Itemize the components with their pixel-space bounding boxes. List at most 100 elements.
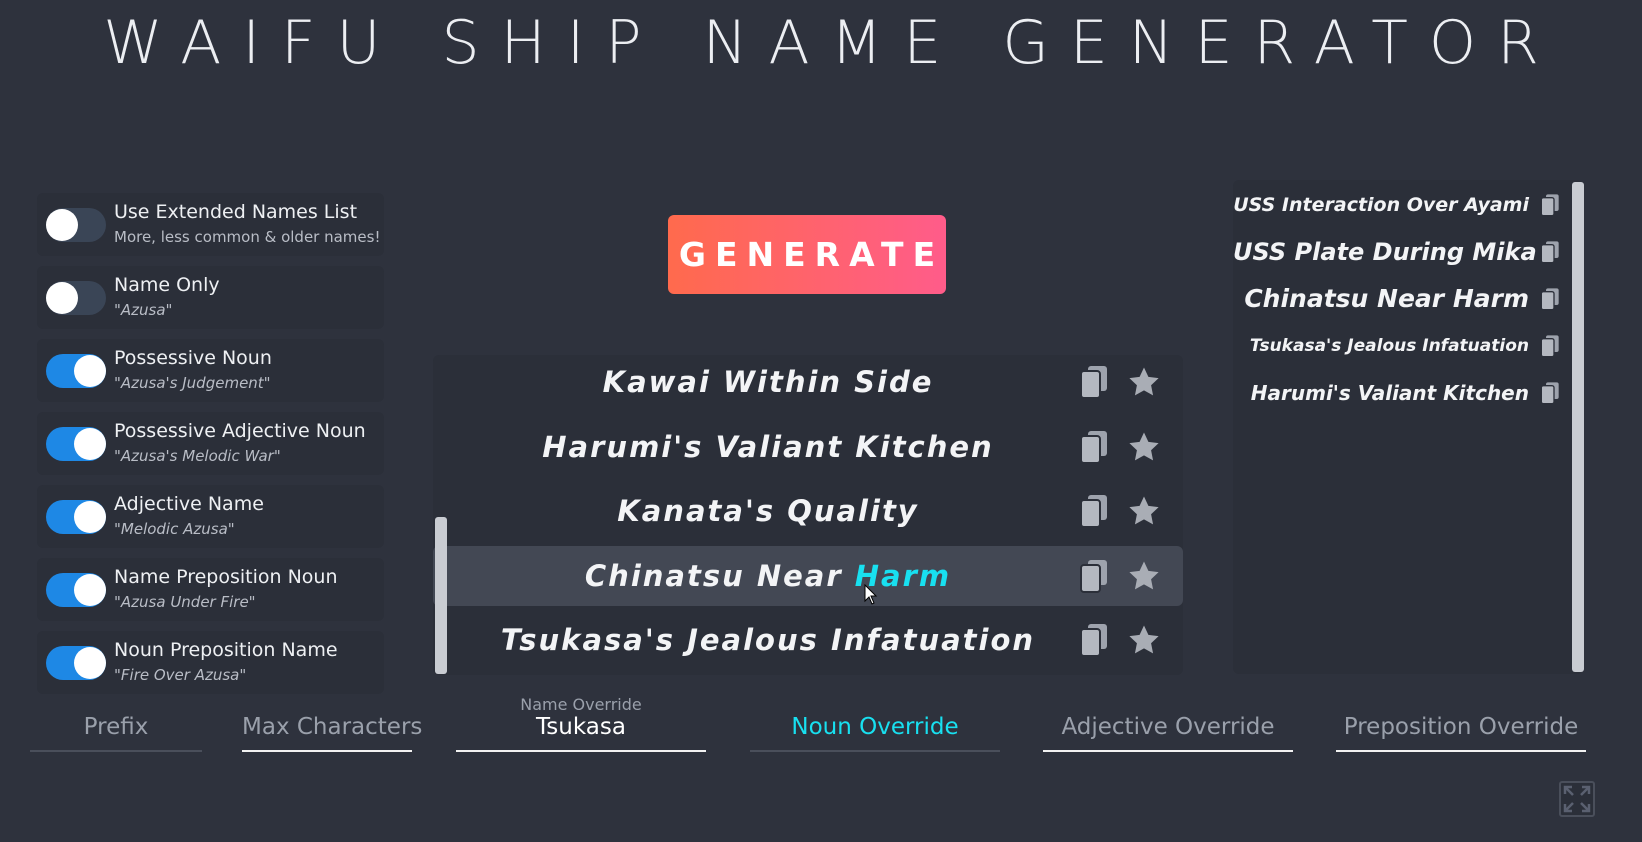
history-item[interactable]: USS Interaction Over Ayami [1233,185,1563,225]
history-item[interactable]: Harumi's Valiant Kitchen [1233,373,1563,413]
toggle-row[interactable]: Name Only "Azusa" [37,266,384,329]
toggle-switch[interactable] [46,573,106,607]
toggle-label: Possessive Noun [114,347,272,369]
history-panel: USS Interaction Over Ayami USS Plate Duri… [1233,180,1583,674]
star-icon[interactable] [1127,430,1161,464]
toggle-description: "Azusa's Judgement" [114,374,271,392]
result-name[interactable]: Kanata's Quality [433,481,1103,541]
noun-override-input[interactable]: Noun Override [750,695,1000,752]
toggle-label: Adjective Name [114,493,264,515]
copy-icon[interactable] [1079,494,1109,528]
history-item[interactable]: USS Plate During Mika [1233,232,1563,272]
history-name[interactable]: USS Interaction Over Ayami [1233,185,1529,225]
toggle-label: Name Only [114,274,220,296]
toggle-description: "Azusa Under Fire" [114,593,256,611]
toggle-switch[interactable] [46,500,106,534]
copy-icon[interactable] [1540,334,1560,358]
toggle-row[interactable]: Name Preposition Noun "Azusa Under Fire" [37,558,384,621]
result-item[interactable]: Chinatsu Near Harm [433,545,1183,606]
history-scrollbar[interactable] [1572,182,1584,672]
adjective-override-placeholder: Adjective Override [1061,714,1275,740]
noun-override-underline [750,750,1000,752]
results-list: Kawai Within Side Harumi's Valiant Kitche… [433,355,1183,675]
adjective-override-underline [1043,750,1293,752]
adjective-override-input[interactable]: Adjective Override [1043,695,1293,752]
toggle-label: Name Preposition Noun [114,566,338,588]
toggle-knob [74,501,106,533]
star-icon[interactable] [1127,623,1161,657]
history-name[interactable]: USS Plate During Mika [1233,232,1537,272]
history-name[interactable]: Harumi's Valiant Kitchen [1233,373,1529,413]
history-name[interactable]: Tsukasa's Jealous Infatuation [1233,326,1529,366]
toggle-description: "Melodic Azusa" [114,520,235,538]
result-item[interactable]: Tsukasa's Jealous Infatuation [433,610,1183,670]
toggle-row[interactable]: Possessive Noun "Azusa's Judgement" [37,339,384,402]
toggle-description: "Azusa" [114,301,173,319]
star-icon[interactable] [1127,559,1161,593]
copy-icon[interactable] [1540,240,1560,264]
history-item[interactable]: Chinatsu Near Harm [1233,279,1563,319]
toggle-knob [46,209,78,241]
result-item[interactable]: Harumi's Valiant Kitchen [433,417,1183,477]
result-name[interactable]: Tsukasa's Jealous Infatuation [433,610,1103,670]
noun-override-placeholder: Noun Override [791,714,959,740]
toggle-knob [74,428,106,460]
max-characters-input[interactable]: Max Characters [242,695,423,752]
copy-icon[interactable] [1540,287,1560,311]
preposition-override-underline [1336,750,1586,752]
toggle-knob [74,647,106,679]
app-root: WAIFU SHIP NAME GENERATOR Use Extended N… [0,0,1642,842]
name-override-label: Name Override [520,695,642,714]
toggle-row[interactable]: Possessive Adjective Noun "Azusa's Melodi… [37,412,384,475]
toggle-row[interactable]: Noun Preposition Name "Fire Over Azusa" [37,631,384,694]
prefix-placeholder: Prefix [83,714,149,740]
toggle-description: More, less common & older names! [114,228,381,246]
toggle-label: Use Extended Names List [114,201,358,223]
history-item[interactable]: Tsukasa's Jealous Infatuation [1233,326,1563,366]
toggle-switch[interactable] [46,646,106,680]
result-name[interactable]: Chinatsu Near Harm [433,546,1103,606]
max-characters-underline [242,750,412,752]
toggle-switch[interactable] [46,427,106,461]
toggle-description: "Azusa's Melodic War" [114,447,281,465]
toggle-switch[interactable] [46,281,106,315]
copy-icon[interactable] [1540,193,1560,217]
result-item[interactable]: Kawai Within Side [433,355,1183,412]
history-name[interactable]: Chinatsu Near Harm [1233,279,1529,319]
results-scrollbar-thumb[interactable] [435,517,447,674]
expand-icon[interactable] [1559,781,1595,817]
name-override-input[interactable]: Name Override Tsukasa [456,695,706,752]
toggle-label: Possessive Adjective Noun [114,420,366,442]
name-override-underline [456,750,706,752]
result-name[interactable]: Kawai Within Side [433,355,1103,412]
copy-icon[interactable] [1540,381,1560,405]
result-item[interactable]: Kanata's Quality [433,481,1183,541]
prefix-input[interactable]: Prefix [30,695,202,752]
preposition-override-input[interactable]: Preposition Override [1336,695,1586,752]
copy-icon[interactable] [1079,559,1109,593]
toggle-knob [74,574,106,606]
prefix-underline [30,750,202,752]
toggle-label: Noun Preposition Name [114,639,338,661]
toggle-switch[interactable] [46,354,106,388]
copy-icon[interactable] [1079,365,1109,399]
max-characters-placeholder: Max Characters [242,714,423,740]
star-icon[interactable] [1127,494,1161,528]
page-title: WAIFU SHIP NAME GENERATOR [103,8,1560,78]
generate-button[interactable]: GENERATE [668,215,946,294]
toggle-row[interactable]: Use Extended Names List More, less common… [37,193,384,256]
star-icon[interactable] [1127,365,1161,399]
preposition-override-placeholder: Preposition Override [1343,714,1579,740]
name-override-value: Tsukasa [536,714,626,740]
toggle-switch[interactable] [46,208,106,242]
result-name[interactable]: Harumi's Valiant Kitchen [433,417,1103,477]
result-name-part: Chinatsu Near [584,558,855,593]
copy-icon[interactable] [1079,623,1109,657]
copy-icon[interactable] [1079,430,1109,464]
mouse-cursor-icon [864,584,878,605]
toggle-knob [74,355,106,387]
toggle-row[interactable]: Adjective Name "Melodic Azusa" [37,485,384,548]
toggle-description: "Fire Over Azusa" [114,666,247,684]
toggle-knob [46,282,78,314]
options-panel: Use Extended Names List More, less common… [37,193,384,704]
